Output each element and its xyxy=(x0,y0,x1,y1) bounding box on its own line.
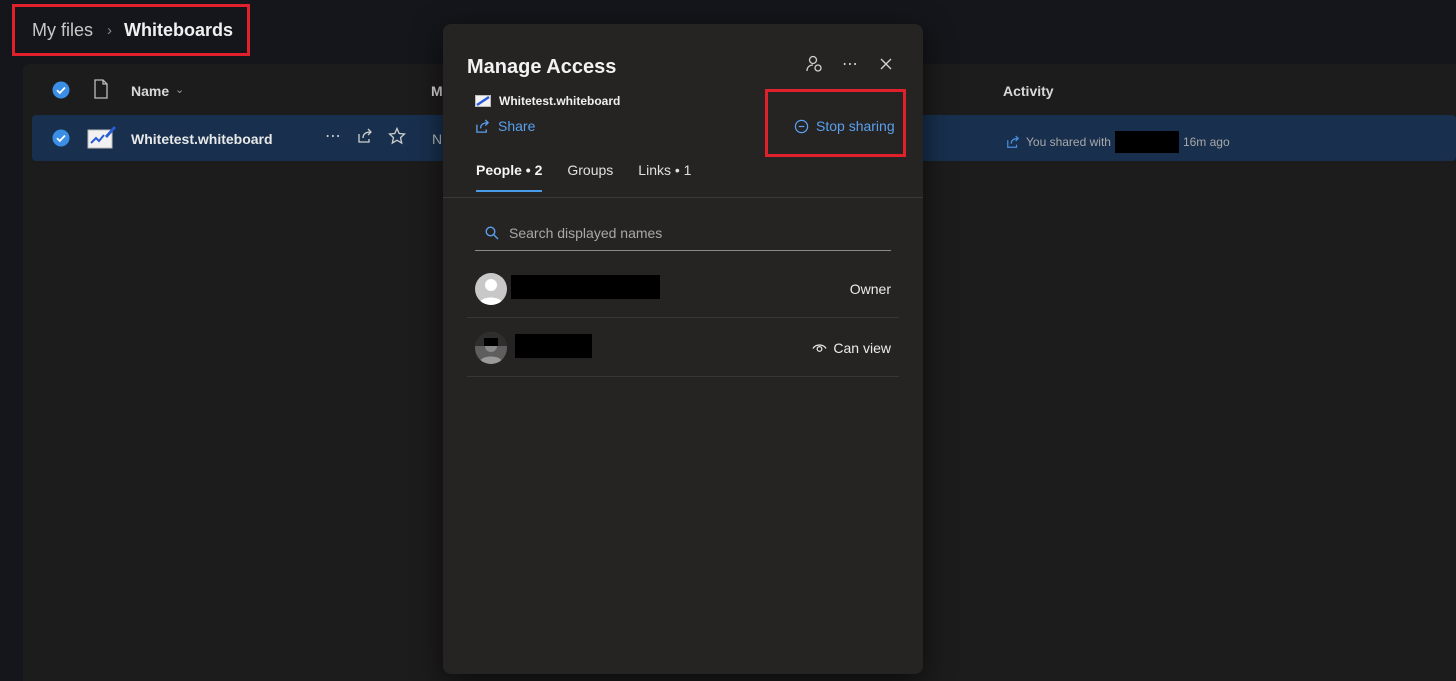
stop-sharing-label: Stop sharing xyxy=(816,118,895,134)
list-item[interactable]: Can view xyxy=(467,318,899,377)
share-button[interactable]: Share xyxy=(475,118,535,134)
tab-people[interactable]: People • 2 xyxy=(476,162,543,192)
dialog-toolbar: ⋯ xyxy=(805,54,895,74)
file-name[interactable]: Whitetest.whiteboard xyxy=(131,131,273,147)
whiteboard-file-icon xyxy=(87,124,117,155)
more-options-icon[interactable]: ⋯ xyxy=(324,127,342,145)
file-type-icon xyxy=(93,79,109,104)
star-icon[interactable] xyxy=(388,127,406,145)
dialog-file: Whitetest.whiteboard xyxy=(475,94,620,108)
share-icon[interactable] xyxy=(356,127,374,145)
column-header-name[interactable]: Name xyxy=(131,83,169,99)
list-item[interactable]: Owner xyxy=(467,259,899,318)
search-box xyxy=(475,216,891,251)
column-header-modified[interactable]: M xyxy=(431,83,443,99)
person-settings-icon[interactable] xyxy=(805,54,823,74)
minus-circle-icon xyxy=(794,119,809,133)
dialog-file-name: Whitetest.whiteboard xyxy=(499,94,621,108)
column-header-activity[interactable]: Activity xyxy=(1003,83,1054,99)
eye-icon xyxy=(812,343,827,352)
access-tabs: People • 2 Groups Links • 1 xyxy=(476,162,691,192)
activity-text: You shared with xyxy=(1026,135,1111,149)
row-modified: N xyxy=(432,131,443,147)
row-actions: ⋯ xyxy=(324,127,406,145)
redacted-name xyxy=(511,275,660,299)
divider xyxy=(443,197,923,198)
share-icon xyxy=(476,118,490,133)
select-all-checkbox[interactable] xyxy=(52,81,70,104)
tab-groups[interactable]: Groups xyxy=(567,162,613,192)
permission-label: Can view xyxy=(833,340,891,356)
permission-dropdown[interactable]: Can view xyxy=(812,340,891,356)
avatar xyxy=(475,332,507,364)
activity-time: 16m ago xyxy=(1182,135,1230,149)
breadcrumb-my-files[interactable]: My files xyxy=(32,20,93,41)
avatar xyxy=(475,273,507,305)
row-checkbox[interactable] xyxy=(52,129,70,152)
sort-chevron-icon[interactable]: ⌄ xyxy=(175,83,184,96)
row-activity: You shared with 16m ago xyxy=(1006,131,1230,153)
redacted-name xyxy=(515,334,592,358)
close-icon[interactable] xyxy=(877,54,895,74)
manage-access-dialog: Manage Access ⋯ Whitetest.whiteboard Sha… xyxy=(443,24,923,674)
redacted-name xyxy=(1114,131,1179,153)
search-icon xyxy=(485,226,499,240)
whiteboard-file-icon xyxy=(475,95,491,107)
role-label: Owner xyxy=(849,281,891,297)
shared-activity-icon xyxy=(1007,135,1020,148)
dialog-title: Manage Access xyxy=(467,56,617,78)
share-label: Share xyxy=(498,118,536,134)
more-options-icon[interactable]: ⋯ xyxy=(841,54,859,74)
chevron-right-icon: › xyxy=(107,21,113,39)
breadcrumb: My files › Whiteboards xyxy=(12,4,250,56)
stop-sharing-highlight: Stop sharing xyxy=(765,89,906,157)
tab-links[interactable]: Links • 1 xyxy=(638,162,691,192)
search-input[interactable] xyxy=(509,225,869,241)
breadcrumb-whiteboards[interactable]: Whiteboards xyxy=(124,20,233,41)
stop-sharing-button[interactable]: Stop sharing xyxy=(794,118,895,134)
